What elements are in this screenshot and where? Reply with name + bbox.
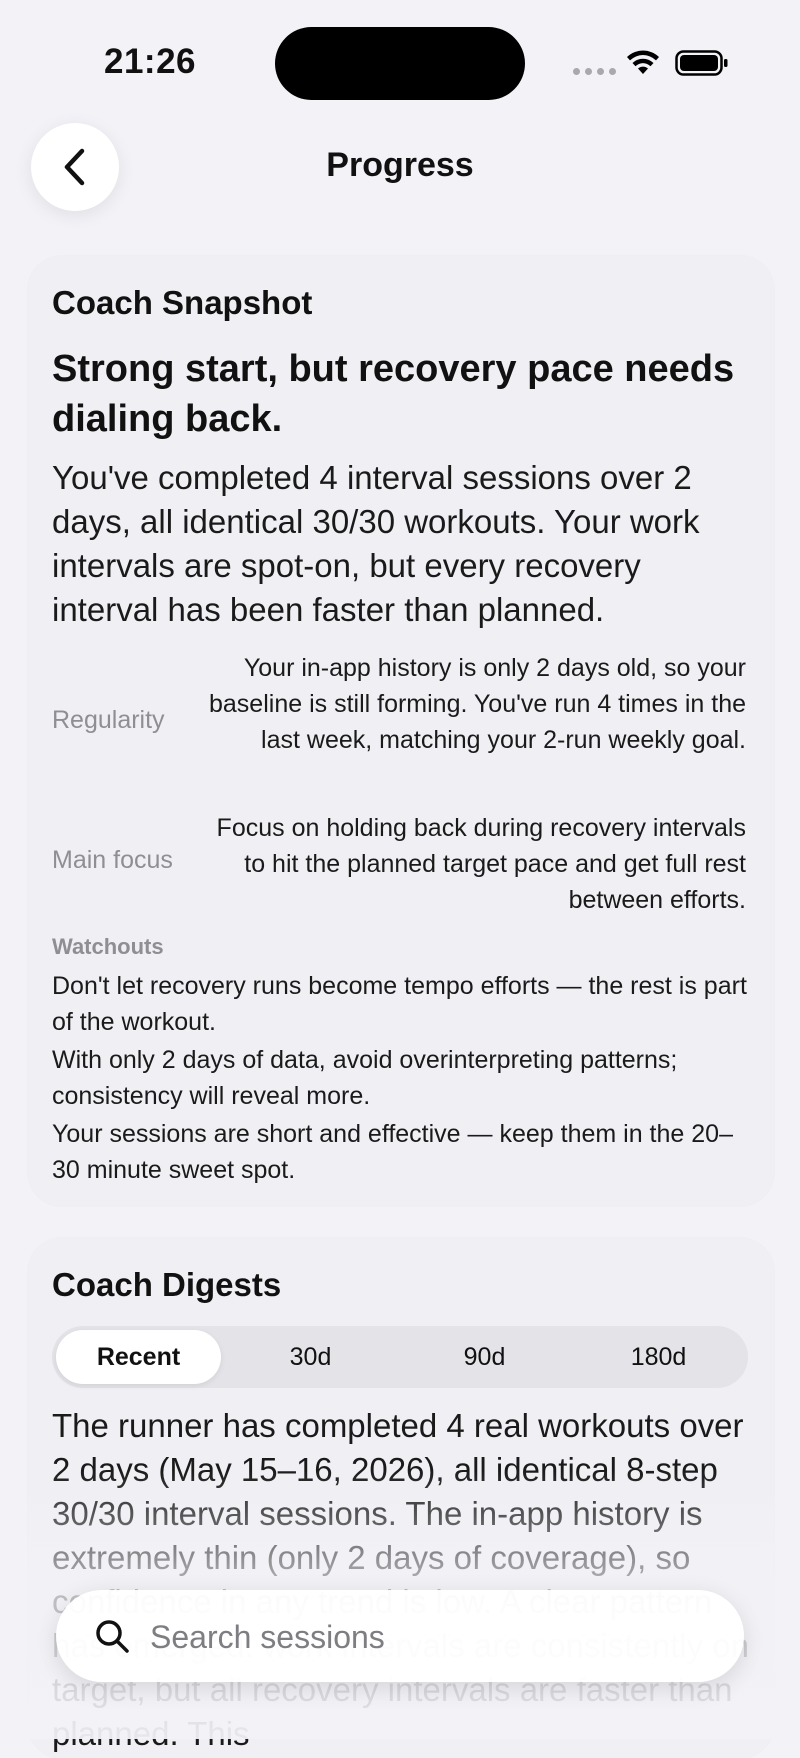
main-focus-value: Focus on holding back during recovery in… bbox=[216, 814, 746, 914]
watchout-item: With only 2 days of data, avoid overinte… bbox=[52, 1046, 678, 1110]
tab-recent[interactable]: Recent bbox=[56, 1330, 221, 1384]
watchout-item: Your sessions are short and effective — … bbox=[52, 1120, 733, 1184]
wifi-icon bbox=[627, 50, 659, 74]
watchout-item: Don't let recovery runs become tempo eff… bbox=[52, 972, 747, 1036]
page-title: Progress bbox=[326, 146, 474, 184]
search-input[interactable] bbox=[148, 1608, 712, 1666]
search-bar[interactable] bbox=[56, 1590, 744, 1682]
snapshot-heading: Coach Snapshot bbox=[52, 284, 313, 321]
digest-text: The runner has completed 4 real workouts… bbox=[52, 1407, 749, 1752]
watchouts-title: Watchouts bbox=[52, 934, 164, 959]
main-focus-label: Main focus bbox=[52, 846, 173, 874]
tab-30d[interactable]: 30d bbox=[228, 1330, 393, 1384]
snapshot-summary: You've completed 4 interval sessions ove… bbox=[52, 459, 700, 628]
snapshot-headline: Strong start, but recovery pace needs di… bbox=[52, 348, 735, 440]
dynamic-island bbox=[275, 27, 525, 100]
coach-snapshot-card: Coach Snapshot Strong start, but recover… bbox=[28, 256, 774, 1206]
digests-heading: Coach Digests bbox=[52, 1266, 282, 1303]
regularity-value: Your in-app history is only 2 days old, … bbox=[209, 654, 746, 754]
period-segmented-control: Recent 30d 90d 180d bbox=[52, 1326, 748, 1388]
tab-90d[interactable]: 90d bbox=[402, 1330, 567, 1384]
regularity-label: Regularity bbox=[52, 706, 165, 734]
battery-icon bbox=[675, 50, 728, 76]
cellular-signal-icon bbox=[573, 68, 616, 75]
tab-180d[interactable]: 180d bbox=[576, 1330, 741, 1384]
status-time: 21:26 bbox=[104, 42, 197, 81]
search-icon bbox=[96, 1620, 129, 1653]
